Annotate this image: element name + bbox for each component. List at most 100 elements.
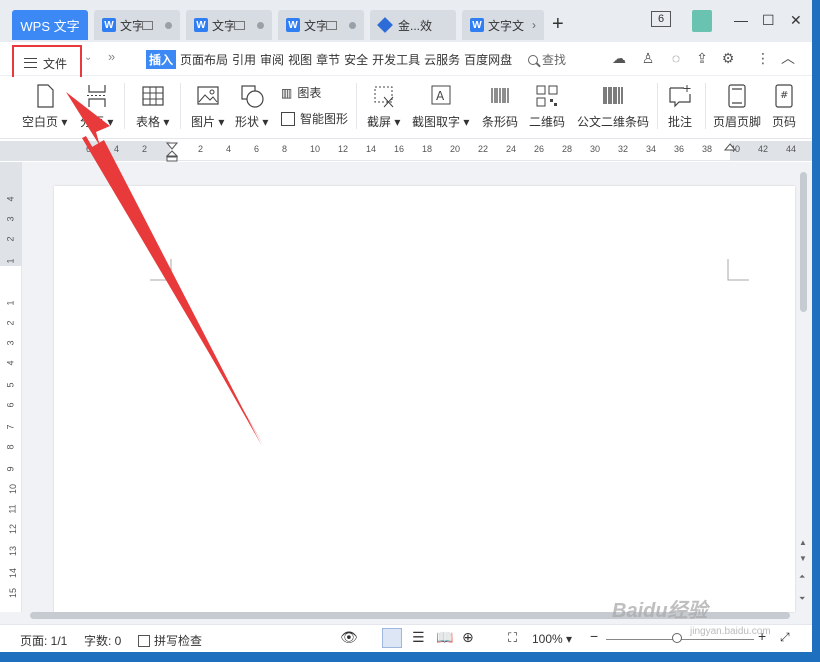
document-page[interactable] (54, 186, 795, 612)
close-icon[interactable]: ✕ (790, 12, 802, 29)
comment-button[interactable]: 批注 (668, 77, 692, 130)
tab-close-dot[interactable] (349, 21, 356, 29)
double-chevron-icon[interactable]: » (108, 49, 115, 64)
tab-label: 文字 (304, 18, 329, 33)
share-icon[interactable]: ⇪ (694, 50, 710, 66)
fullscreen-icon[interactable]: ⤢ (780, 630, 790, 645)
menu-tab-section[interactable]: 章节 (316, 51, 340, 68)
file-menu-button[interactable]: 文件 (12, 45, 82, 81)
tab-bar: WPS 文字 W 文字 W 文字 W 文字 金...效 W 文字文 › + 6 … (0, 0, 812, 42)
window-count-badge[interactable]: 6 (651, 11, 671, 27)
doc-qrcode-button[interactable]: 公文二维条码 (577, 77, 649, 130)
qrcode-button[interactable]: 二维码 (529, 77, 565, 130)
tab-close-dot[interactable] (165, 21, 172, 29)
shape-button[interactable]: 形状 ▾ (235, 77, 268, 130)
scroll-up-icon[interactable]: ▲ (799, 538, 807, 547)
word-count[interactable]: 字数: 0 (84, 632, 121, 649)
tab-document[interactable]: W 文字 (278, 10, 364, 40)
wps-writer-icon: W (194, 18, 208, 32)
horizontal-ruler[interactable]: 6 4 2 2 4 6 8 10 12 14 16 18 20 22 24 26 28 30 32 34 36 38 40 4… (0, 141, 812, 162)
ruler-tick-label: 15 (8, 587, 19, 599)
next-page-icon[interactable]: ⏷ (799, 594, 805, 604)
wps-writer-icon: W (102, 18, 116, 32)
scroll-down-icon[interactable]: ▼ (799, 554, 807, 563)
barcode-button[interactable]: 条形码 (482, 77, 518, 130)
page-break-button[interactable]: 分页 ▾ (80, 77, 113, 130)
page-view-icon[interactable] (382, 628, 402, 648)
tab-document[interactable]: W 文字 (94, 10, 180, 40)
page-count[interactable]: 页面: 1/1 (20, 632, 67, 649)
screenshot-button[interactable]: 截屏 ▾ (367, 77, 400, 130)
chevron-right-icon[interactable]: › (532, 18, 536, 32)
new-tab-icon[interactable]: + (552, 13, 564, 36)
ruler-tick-label: 20 (450, 144, 461, 154)
indent-marker-icon[interactable] (166, 142, 178, 162)
tab-wps-home[interactable]: WPS 文字 (12, 10, 88, 40)
spell-check-label: 拼写检查 (154, 634, 203, 648)
ruler-tick-label: 4 (5, 196, 16, 202)
header-footer-icon (725, 83, 749, 109)
shape-label: 形状 (235, 115, 260, 129)
fit-page-icon[interactable]: ⛶ (508, 630, 517, 646)
tab-document[interactable]: 金...效 (370, 10, 456, 40)
ruler-tick-label: 8 (5, 444, 16, 450)
menu-tab-reference[interactable]: 引用 (232, 51, 256, 68)
page-number-button[interactable]: # 页码 (772, 77, 796, 130)
search-button[interactable]: 查找 (528, 51, 566, 68)
tab-document[interactable]: W 文字 (186, 10, 272, 40)
web-view-icon[interactable]: ⊕ (462, 629, 474, 646)
ruler-tick-label: 24 (506, 144, 517, 154)
spell-check-toggle[interactable]: 拼写检查 (138, 632, 202, 649)
menu-tab-layout[interactable]: 页面布局 (180, 51, 228, 68)
settings-icon[interactable]: ⚙ (720, 50, 736, 66)
right-indent-marker-icon[interactable] (724, 143, 736, 157)
menu-tab-security[interactable]: 安全 (344, 51, 368, 68)
header-footer-button[interactable]: 页眉页脚 (713, 77, 761, 130)
margin-corner-top-left (150, 259, 172, 281)
minimize-icon[interactable]: — (734, 12, 748, 28)
tab-close-dot[interactable] (257, 21, 264, 29)
menu-tab-developer[interactable]: 开发工具 (372, 51, 420, 68)
vertical-scroll-thumb[interactable] (800, 172, 807, 312)
blank-page-button[interactable]: 空白页 ▾ (22, 77, 67, 130)
menu-tab-cloud[interactable]: 云服务 (424, 51, 460, 68)
menu-tab-insert[interactable]: 插入 (146, 50, 177, 69)
menu-tab-view[interactable]: 视图 (288, 51, 312, 68)
zoom-slider-knob[interactable] (672, 633, 682, 643)
comment-bubble-icon[interactable]: ◌ (668, 50, 684, 66)
hamburger-icon (24, 58, 37, 68)
tab-label: 文字 (212, 18, 237, 33)
smart-shape-button[interactable]: 智能图形 (281, 110, 348, 127)
menu-tab-baidu-pan[interactable]: 百度网盘 (464, 51, 512, 68)
picture-button[interactable]: 图片 ▾ (191, 77, 224, 130)
outline-view-icon[interactable]: ☰ (412, 629, 425, 646)
checkbox-icon (138, 635, 150, 647)
maximize-icon[interactable]: ☐ (762, 12, 775, 29)
zoom-out-icon[interactable]: − (590, 628, 598, 644)
baidu-watermark: Baidu经验 (612, 600, 708, 622)
table-icon (141, 83, 165, 109)
wps-window: WPS 文字 W 文字 W 文字 W 文字 金...效 W 文字文 › + 6 … (0, 0, 812, 652)
barcode-icon (488, 83, 512, 109)
baidu-watermark-url: jingyan.baidu.com (690, 626, 771, 637)
cloud-sync-icon[interactable]: ☁ (611, 50, 627, 66)
tab-document[interactable]: W 文字文 › (462, 10, 544, 40)
chevron-down-icon[interactable]: ⌄ (84, 52, 92, 63)
ruler-tick-label: 2 (5, 236, 16, 242)
screenshot-text-button[interactable]: A 截图取字 ▾ (412, 77, 469, 130)
table-button[interactable]: 表格 ▾ (136, 77, 169, 130)
add-user-icon[interactable]: ♙ (640, 50, 656, 66)
ruler-margin-right (730, 141, 812, 161)
avatar[interactable] (692, 10, 712, 32)
eye-icon[interactable]: 👁 (340, 629, 358, 646)
vertical-scrollbar[interactable]: ▲ ▼ ⏶ ⏷ (797, 162, 812, 612)
reading-view-icon[interactable]: 📖 (436, 629, 453, 646)
prev-page-icon[interactable]: ⏶ (799, 572, 805, 582)
ruler-tick-label: 14 (8, 567, 19, 579)
vertical-ruler[interactable]: 4 3 2 1 1 2 3 4 5 6 7 8 9 10 11 12 13 14 15 (0, 162, 22, 612)
zoom-level[interactable]: 100% ▾ (532, 632, 572, 646)
more-icon[interactable]: ⋮ (755, 50, 771, 66)
menu-tab-review[interactable]: 审阅 (260, 51, 284, 68)
chart-button[interactable]: ▥ 图表 (281, 84, 321, 101)
collapse-ribbon-icon[interactable]: ︿ (780, 50, 796, 66)
